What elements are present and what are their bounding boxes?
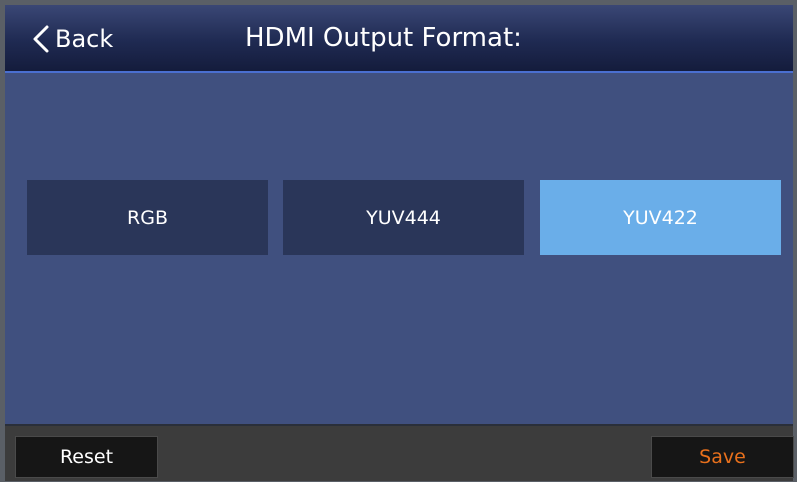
option-rgb[interactable]: RGB [27, 180, 268, 255]
page-title: HDMI Output Format: [245, 23, 522, 53]
back-button[interactable]: Back [31, 23, 113, 55]
save-button[interactable]: Save [651, 436, 794, 478]
back-label: Back [55, 25, 114, 53]
reset-button[interactable]: Reset [15, 436, 158, 478]
app-frame: Back HDMI Output Format: RGB YUV444 YUV4… [0, 0, 797, 482]
chevron-left-icon [31, 24, 51, 54]
footer-bar: Reset Save [5, 424, 794, 481]
option-yuv422[interactable]: YUV422 [540, 180, 781, 255]
option-yuv444[interactable]: YUV444 [283, 180, 524, 255]
header-bar: Back HDMI Output Format: [5, 5, 793, 73]
options-panel: RGB YUV444 YUV422 [5, 73, 793, 424]
